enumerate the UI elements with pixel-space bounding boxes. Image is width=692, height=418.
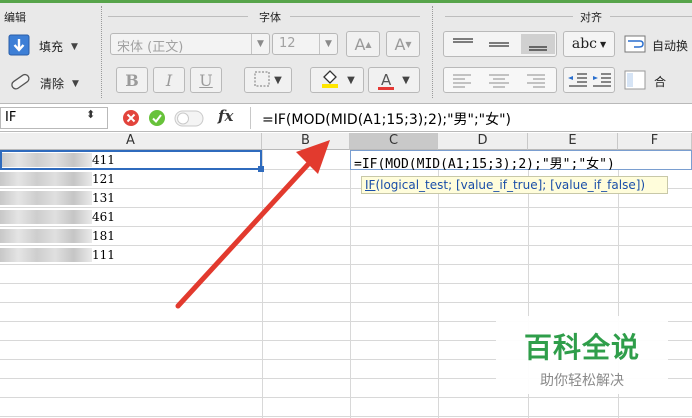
watermark: 百科全说 助你轻松解决 <box>496 316 668 394</box>
watermark-title: 百科全说 <box>523 331 640 364</box>
watermark-subtitle: 助你轻松解决 <box>540 373 624 389</box>
